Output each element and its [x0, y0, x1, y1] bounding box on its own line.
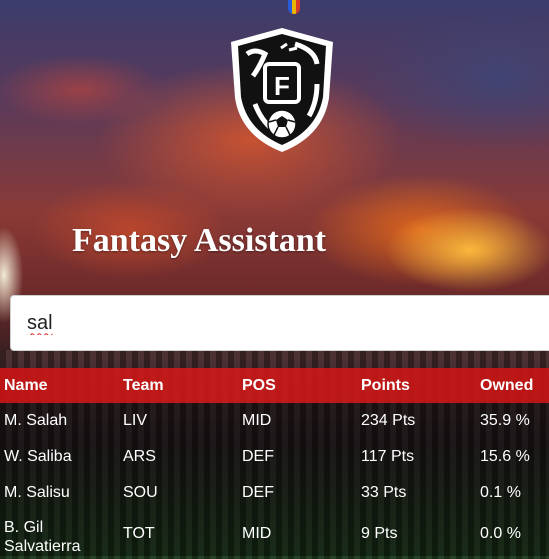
- player-owned: 15.6 %: [480, 448, 530, 465]
- column-header-pos[interactable]: POS: [238, 368, 357, 403]
- search-box[interactable]: [10, 295, 549, 351]
- player-owned: 35.9 %: [480, 412, 530, 429]
- player-pos: MID: [242, 524, 272, 542]
- player-name[interactable]: M. Salisu: [0, 475, 119, 511]
- table-row[interactable]: B. Gil Salvatierra TOT MID 9 Pts 0.0 %: [0, 511, 549, 556]
- player-team: TOT: [123, 524, 155, 542]
- logo-letter: F: [274, 71, 290, 101]
- player-owned: 0.1 %: [480, 484, 521, 501]
- table-row[interactable]: W. Saliba ARS DEF 117 Pts 15.6 %: [0, 439, 549, 475]
- column-header-team[interactable]: Team: [119, 368, 238, 403]
- player-name[interactable]: B. Gil Salvatierra: [0, 511, 119, 556]
- search-input[interactable]: [11, 296, 549, 350]
- player-owned: 0.0 %: [480, 524, 521, 542]
- table-row[interactable]: M. Salah LIV MID 234 Pts 35.9 %: [0, 403, 549, 439]
- page-title: Fantasy Assistant: [72, 222, 327, 259]
- app-logo: F: [225, 24, 340, 156]
- table-row[interactable]: M. Salisu SOU DEF 33 Pts 0.1 %: [0, 475, 549, 511]
- flag-pin-icon: [288, 0, 300, 14]
- player-team: LIV: [123, 412, 148, 429]
- player-points: 234 Pts: [361, 412, 416, 429]
- results-table: Name Team POS Points Owned M. Salah LIV …: [0, 368, 549, 556]
- player-points: 117 Pts: [361, 448, 415, 465]
- player-pos: DEF: [242, 484, 274, 501]
- player-team: ARS: [123, 448, 156, 465]
- table-header-row: Name Team POS Points Owned: [0, 368, 549, 403]
- player-team: SOU: [123, 484, 158, 501]
- player-pos: MID: [242, 412, 272, 429]
- column-header-owned[interactable]: Owned: [476, 368, 549, 403]
- shield-logo-icon: F: [231, 28, 333, 152]
- player-points: 33 Pts: [361, 484, 407, 501]
- player-points: 9 Pts: [361, 524, 398, 542]
- column-header-name[interactable]: Name: [0, 368, 119, 403]
- player-name[interactable]: M. Salah: [0, 403, 119, 439]
- player-pos: DEF: [242, 448, 274, 465]
- player-name[interactable]: W. Saliba: [0, 439, 119, 475]
- column-header-points[interactable]: Points: [357, 368, 476, 403]
